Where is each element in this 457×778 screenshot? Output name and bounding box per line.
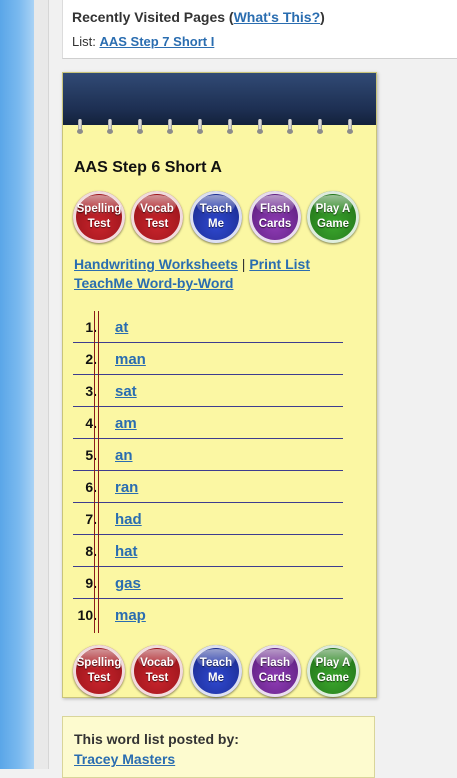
teach-me-button[interactable]: Teach Me [190,645,242,697]
word-link[interactable]: man [115,351,146,368]
flash-cards-button[interactable]: Flash Cards [249,191,301,243]
print-list-link[interactable]: Print List [249,256,310,272]
button-label: Teach [199,657,233,669]
whats-this-link[interactable]: What's This? [234,9,321,25]
notepad-rings [63,119,376,135]
notepad-header [63,73,376,125]
button-label: Play A [315,657,351,669]
recently-visited-label-end: ) [320,9,325,25]
ring-icon [137,119,143,134]
button-label: Game [317,672,349,684]
word-link[interactable]: had [115,511,142,528]
ring-icon [197,119,203,134]
recent-list-label: List: [72,34,100,49]
vocab-test-button[interactable]: Vocab Test [131,191,183,243]
word-link[interactable]: sat [115,383,137,400]
ring-icon [347,119,353,134]
word-link[interactable]: ran [115,479,138,496]
word-link[interactable]: hat [115,543,138,560]
button-label: Vocab [140,203,174,215]
flash-cards-button[interactable]: Flash Cards [249,645,301,697]
button-label: Test [87,672,111,684]
word-list-title: AAS Step 6 Short A [74,159,222,176]
notepad-margin-line [94,311,99,633]
word-row: 5. an [73,439,343,471]
button-label: Flash [259,657,291,669]
button-label: Flash [259,203,291,215]
ring-icon [77,119,83,134]
button-label: Cards [258,672,292,684]
button-label: Spelling [76,657,122,669]
button-label: Test [87,218,111,230]
left-sidebar-gradient [0,0,34,769]
ring-icon [257,119,263,134]
word-link[interactable]: gas [115,575,141,592]
button-label: Cards [258,218,292,230]
word-row: 9. gas [73,567,343,599]
word-row: 8. hat [73,535,343,567]
word-row: 2. man [73,343,343,375]
ring-icon [167,119,173,134]
button-label: Me [208,672,224,684]
word-row: 1. at [73,311,343,343]
handwriting-worksheets-link[interactable]: Handwriting Worksheets [74,256,238,272]
word-list: 1. at 2. man 3. sat 4. am 5. an 6. ran 7. had 8… [73,311,343,630]
left-sidebar-strip [34,0,49,769]
button-label: Game [317,218,349,230]
word-link[interactable]: an [115,447,133,464]
activity-buttons-bottom: Spelling Test Vocab Test Teach Me Flash Card… [73,645,373,699]
word-row: 6. ran [73,471,343,503]
ring-icon [107,119,113,134]
button-label: Spelling [76,203,122,215]
vocab-test-button[interactable]: Vocab Test [131,645,183,697]
recently-visited-panel: Recently Visited Pages (What's This?) Li… [62,0,457,59]
spelling-test-button[interactable]: Spelling Test [73,645,125,697]
button-label: Play A [315,203,351,215]
word-row: 4. am [73,407,343,439]
posted-by-label: This word list posted by: [74,731,239,747]
spelling-test-button[interactable]: Spelling Test [73,191,125,243]
ring-icon [287,119,293,134]
button-label: Me [208,218,224,230]
word-link[interactable]: at [115,319,128,336]
author-link[interactable]: Tracey Masters [74,751,175,767]
word-row: 10. map [73,599,343,630]
teachme-word-by-word-link[interactable]: TeachMe Word-by-Word [74,275,233,291]
recent-list-line: List: AAS Step 7 Short I [72,34,214,49]
worksheet-links: Handwriting Worksheets | Print List Teac… [74,255,310,293]
button-label: Teach [199,203,233,215]
recently-visited-label: Recently Visited Pages ( [72,9,234,25]
ring-icon [227,119,233,134]
play-a-game-button[interactable]: Play A Game [307,645,359,697]
word-row: 3. sat [73,375,343,407]
word-link[interactable]: am [115,415,137,432]
button-label: Test [145,218,169,230]
activity-buttons-top: Spelling Test Vocab Test Teach Me Flash Card… [73,191,373,245]
link-separator: | [237,256,250,272]
word-row: 7. had [73,503,343,535]
recent-list-link[interactable]: AAS Step 7 Short I [99,34,214,49]
button-label: Test [145,672,169,684]
play-a-game-button[interactable]: Play A Game [307,191,359,243]
teach-me-button[interactable]: Teach Me [190,191,242,243]
button-label: Vocab [140,657,174,669]
word-link[interactable]: map [115,607,146,624]
word-list-notepad: AAS Step 6 Short A Spelling Test Vocab Tes… [62,72,377,698]
recently-visited-title: Recently Visited Pages (What's This?) [72,9,325,25]
ring-icon [317,119,323,134]
